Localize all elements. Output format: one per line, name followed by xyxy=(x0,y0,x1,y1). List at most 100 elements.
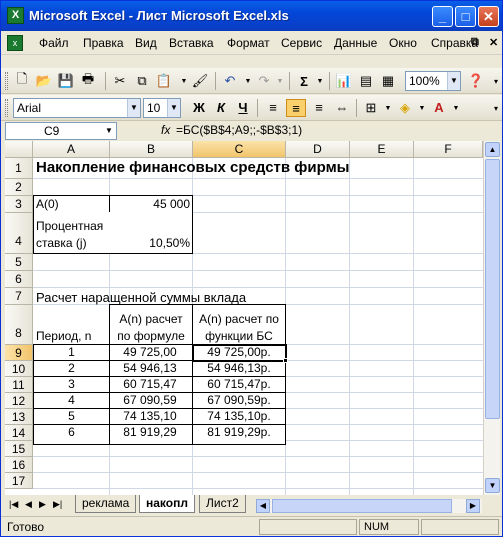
autosum-dropdown-icon[interactable]: ▼ xyxy=(311,72,329,90)
function-value-cell[interactable]: 60 715,47р. xyxy=(193,377,285,391)
next-sheet-icon[interactable]: ▶ xyxy=(39,499,46,510)
row-header[interactable]: 7 xyxy=(5,288,33,305)
period-cell[interactable]: 5 xyxy=(33,409,110,423)
zoom-select[interactable]: 100% ▼ xyxy=(405,71,461,91)
formula-value-cell[interactable]: 74 135,10 xyxy=(110,409,190,423)
cell-a8[interactable]: Период, n xyxy=(36,329,91,343)
row-header[interactable]: 2 xyxy=(5,179,33,196)
row-header[interactable]: 6 xyxy=(5,271,33,288)
row-header[interactable]: 3 xyxy=(5,196,33,213)
italic-button[interactable]: К xyxy=(211,99,231,117)
formula-value-cell[interactable]: 49 725,00 xyxy=(110,345,190,359)
align-right-icon[interactable]: ≡ xyxy=(309,99,329,117)
open-folder-icon[interactable]: 📂 xyxy=(35,72,53,90)
chevron-down-icon[interactable]: ▼ xyxy=(127,99,140,117)
sheet-tab[interactable]: Лист2 xyxy=(199,495,246,513)
close-button[interactable]: ✕ xyxy=(478,6,499,27)
first-sheet-icon[interactable]: |◀ xyxy=(9,499,18,510)
formula-value-cell[interactable]: 81 919,29 xyxy=(110,425,190,439)
row-header[interactable]: 17 xyxy=(5,473,33,489)
function-value-cell[interactable]: 54 946,13р. xyxy=(193,361,285,375)
align-center-icon[interactable]: ≡ xyxy=(286,99,306,117)
menu-tools[interactable]: Сервис xyxy=(281,36,322,50)
column-header[interactable]: A xyxy=(33,141,110,158)
merge-center-icon[interactable]: ⇔ xyxy=(332,99,352,117)
row-header[interactable]: 15 xyxy=(5,441,33,457)
vertical-scrollbar[interactable]: ▲ ▼ xyxy=(483,141,500,495)
new-document-icon[interactable]: 🗋 xyxy=(13,71,31,90)
fx-icon[interactable]: fx xyxy=(161,123,170,137)
row-header[interactable]: 11 xyxy=(5,377,33,393)
column-header[interactable]: B xyxy=(110,141,193,158)
row-header[interactable]: 1 xyxy=(5,158,33,179)
maximize-button[interactable]: □ xyxy=(455,6,476,27)
borders-icon[interactable]: ⊞ xyxy=(361,99,381,117)
fill-color-icon[interactable]: ◈ xyxy=(395,99,415,117)
prev-sheet-icon[interactable]: ◀ xyxy=(25,499,32,510)
cell-a7[interactable]: Расчет наращенной суммы вклада xyxy=(36,290,246,305)
last-sheet-icon[interactable]: ▶| xyxy=(53,499,62,510)
horizontal-scrollbar[interactable]: ◀ ▶ xyxy=(256,499,482,513)
sheet-tab-active[interactable]: накопл xyxy=(139,495,195,513)
cell-b8-line2[interactable]: по формуле xyxy=(111,329,191,343)
toolbar-options-icon[interactable]: ▾ xyxy=(487,99,503,117)
period-cell[interactable]: 4 xyxy=(33,393,110,407)
column-header[interactable]: D xyxy=(286,141,350,158)
period-cell[interactable]: 2 xyxy=(33,361,110,375)
active-cell-selection[interactable] xyxy=(192,344,287,362)
cell-b4[interactable]: 10,50% xyxy=(112,236,190,250)
sheet-title[interactable]: Накопление финансовых средств фирмы xyxy=(36,159,350,176)
formula-value-cell[interactable]: 67 090,59 xyxy=(110,393,190,407)
document-icon[interactable]: x xyxy=(7,35,23,51)
menu-file[interactable]: Файл xyxy=(39,36,69,50)
font-size-select[interactable]: 10 ▼ xyxy=(143,98,181,118)
scroll-up-icon[interactable]: ▲ xyxy=(485,142,500,157)
cell-a4-line2[interactable]: ставка (j) xyxy=(36,236,87,250)
format-painter-icon[interactable]: 🖌 xyxy=(191,72,209,90)
scroll-left-icon[interactable]: ◀ xyxy=(256,499,270,513)
menu-edit[interactable]: Правка xyxy=(83,36,124,50)
cell-a3[interactable]: А(0) xyxy=(36,197,59,211)
undo-icon[interactable]: ↶ xyxy=(221,72,239,90)
row-header[interactable]: 12 xyxy=(5,393,33,409)
chevron-down-icon[interactable]: ▼ xyxy=(102,123,116,139)
table-icon[interactable]: ▦ xyxy=(379,72,397,90)
font-color-dropdown-icon[interactable]: ▼ xyxy=(447,99,465,117)
period-cell[interactable]: 3 xyxy=(33,377,110,391)
menu-insert[interactable]: Вставка xyxy=(169,36,214,50)
print-icon[interactable]: 🖶 xyxy=(79,71,97,90)
name-box[interactable]: C9 ▼ xyxy=(5,122,117,140)
formula-value-cell[interactable]: 60 715,47 xyxy=(110,377,190,391)
row-header[interactable]: 4 xyxy=(5,213,33,254)
cell-b8-line1[interactable]: А(n) расчет xyxy=(111,312,191,326)
doc-close-icon[interactable]: ✕ xyxy=(489,36,498,49)
menu-window[interactable]: Окно xyxy=(389,36,417,50)
formula-value-cell[interactable]: 54 946,13 xyxy=(110,361,190,375)
toolbar-options-icon[interactable]: ▾ xyxy=(487,72,503,90)
underline-button[interactable]: Ч xyxy=(233,99,253,117)
spreadsheet-grid[interactable]: A B C D E F 1 2 3 4 5 6 7 8 9 10 11 12 1… xyxy=(5,141,483,495)
column-header[interactable]: F xyxy=(414,141,483,158)
period-cell[interactable]: 6 xyxy=(33,425,110,439)
copy-icon[interactable]: ⧉ xyxy=(133,72,151,90)
scroll-right-icon[interactable]: ▶ xyxy=(466,499,480,513)
scroll-thumb[interactable] xyxy=(272,499,452,513)
function-value-cell[interactable]: 81 919,29р. xyxy=(193,425,285,439)
row-header[interactable]: 9 xyxy=(5,345,33,361)
menu-data[interactable]: Данные xyxy=(334,36,377,50)
cell-c8-line2[interactable]: функции БС xyxy=(194,329,284,343)
row-header[interactable]: 16 xyxy=(5,457,33,473)
cell-a4-line1[interactable]: Процентная xyxy=(36,219,103,233)
menu-format[interactable]: Формат xyxy=(227,36,270,50)
formula-input[interactable]: =БС($B$4;A9;;-$B$3;1) xyxy=(176,122,498,140)
function-value-cell[interactable]: 74 135,10р. xyxy=(193,409,285,423)
row-header[interactable]: 10 xyxy=(5,361,33,377)
chevron-down-icon[interactable]: ▼ xyxy=(447,72,460,90)
column-header[interactable]: E xyxy=(350,141,414,158)
bold-button[interactable]: Ж xyxy=(189,99,209,117)
excel-app-icon[interactable]: X xyxy=(7,7,24,24)
title-bar[interactable]: X Microsoft Excel - Лист Microsoft Excel… xyxy=(1,1,502,31)
sheet-tab[interactable]: реклама xyxy=(75,495,137,513)
toolbar-grip[interactable] xyxy=(5,72,8,90)
align-left-icon[interactable]: ≡ xyxy=(263,99,283,117)
